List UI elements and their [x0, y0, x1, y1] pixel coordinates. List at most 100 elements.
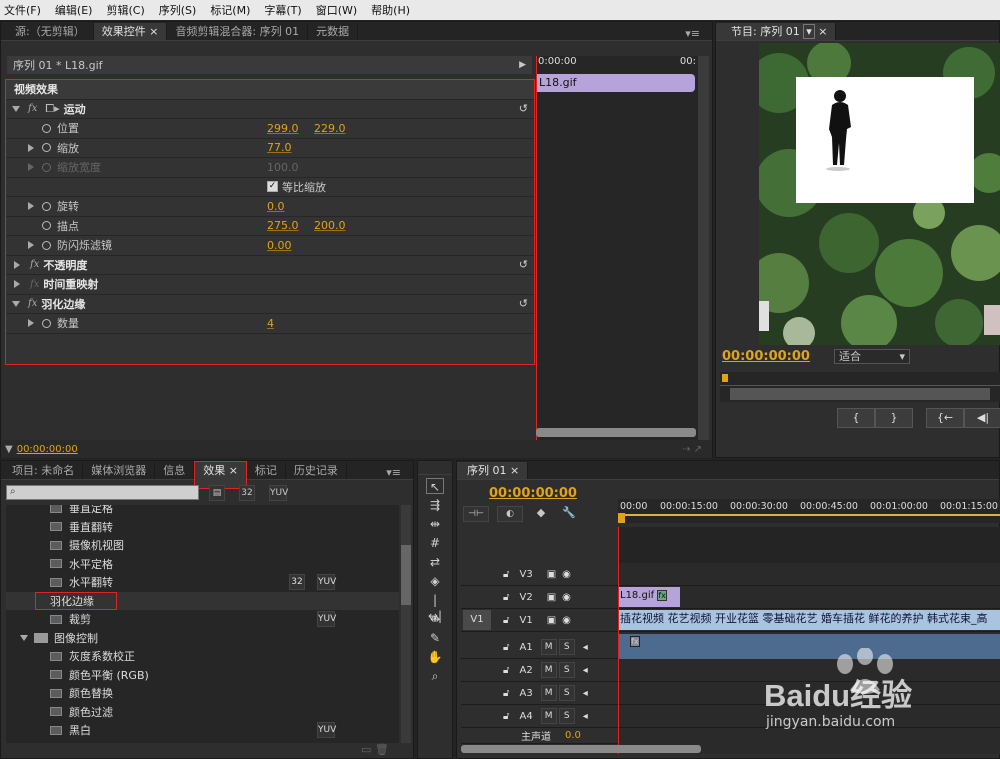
expand-icon[interactable] — [12, 105, 20, 112]
fx-icon[interactable]: fx — [28, 298, 37, 309]
fit-dropdown[interactable]: 适合 ▾ — [833, 349, 910, 364]
effect-item[interactable]: 颜色过滤 — [6, 703, 399, 722]
close-icon[interactable]: × — [149, 25, 158, 38]
eye-icon[interactable]: ◉ — [562, 569, 571, 580]
tab-source[interactable]: 源:（无剪辑） — [1, 23, 94, 40]
step-back-button[interactable]: ◀| — [964, 408, 1000, 428]
slip-tool-icon[interactable]: |↔| — [426, 592, 444, 623]
rolling-edit-tool-icon[interactable]: # — [426, 535, 444, 551]
menu-marker[interactable]: 标记(M) — [210, 2, 250, 18]
close-icon[interactable]: × — [510, 464, 519, 477]
anchor-x[interactable]: 275.0 — [267, 219, 299, 232]
expand-icon[interactable] — [28, 143, 34, 152]
tab-program[interactable]: 节目: 序列 01 ▾ × — [716, 23, 837, 40]
opacity-row[interactable]: fx 不透明度 ↺ — [6, 256, 534, 275]
effect-item[interactable]: 摄像机视图 — [6, 536, 399, 555]
v2-clip[interactable]: L18.gif fx — [618, 587, 680, 607]
track-v3[interactable]: 🔓︎ V3 ▣ ◉ — [461, 563, 618, 586]
reset-icon[interactable]: ↺ — [519, 102, 528, 115]
lock-icon[interactable]: 🔓︎ — [503, 642, 509, 653]
reset-icon[interactable]: ↺ — [519, 297, 528, 310]
eye-icon[interactable]: ◉ — [562, 615, 571, 626]
timeline-playhead-icon[interactable] — [618, 513, 625, 523]
razor-tool-icon[interactable]: ◈ — [426, 573, 444, 589]
source-patch[interactable]: V1 — [463, 610, 491, 630]
solo-button[interactable]: S — [558, 708, 575, 724]
selection-tool-icon[interactable]: ↖ — [426, 478, 444, 494]
tab-history[interactable]: 历史记录 — [286, 462, 347, 479]
lock-icon[interactable]: 🔓︎ — [503, 615, 509, 626]
close-icon[interactable]: × — [229, 464, 238, 477]
stopwatch-icon[interactable] — [42, 318, 51, 328]
effect-item[interactable]: 颜色替换 — [6, 684, 399, 703]
tab-metadata[interactable]: 元数据 — [308, 23, 359, 40]
program-time[interactable]: 00:00:00:00 — [722, 349, 810, 364]
new-bin-icon[interactable]: ▭ 🗑 — [361, 743, 389, 756]
play-arrow-icon[interactable]: ▶ — [519, 60, 526, 70]
tab-audio-mixer[interactable]: 音频剪辑混合器: 序列 01 — [167, 23, 309, 40]
track-a1[interactable]: 🔓︎ A1 M S ◂ — [461, 636, 618, 659]
menu-title[interactable]: 字幕(T) — [264, 2, 301, 18]
link-icon[interactable]: ◐ — [497, 506, 523, 522]
rate-stretch-tool-icon[interactable]: ⇄ — [426, 554, 444, 570]
accelerated-effects-icon[interactable]: ▤ — [209, 485, 225, 501]
track-v2[interactable]: 🔓︎ V2 ▣ ◉ — [461, 586, 618, 609]
position-y[interactable]: 229.0 — [314, 122, 346, 135]
transform-icon[interactable]: ⧠▸ — [45, 102, 59, 116]
zoom-tool-icon[interactable]: ⌕ — [426, 668, 444, 684]
track-v1[interactable]: V1 🔓︎ V1 ▣ ◉ — [461, 609, 618, 632]
timeline-time[interactable]: 00:00:00:00 — [489, 486, 577, 501]
master-volume[interactable]: 0.0 — [565, 730, 581, 741]
solo-button[interactable]: S — [558, 639, 575, 655]
sync-icon[interactable]: ▣ — [547, 569, 556, 580]
menu-clip[interactable]: 剪辑(C) — [106, 2, 144, 18]
mute-button[interactable]: M — [540, 662, 557, 678]
work-area-bar[interactable] — [618, 514, 1000, 516]
lock-icon[interactable]: 🔓︎ — [503, 592, 509, 603]
eye-icon[interactable]: ◉ — [562, 592, 571, 603]
effect-item-feather[interactable]: 羽化边缘 — [6, 591, 399, 610]
wrench-icon[interactable]: 🔧 — [559, 506, 579, 522]
expand-icon[interactable] — [28, 202, 34, 211]
export-icon[interactable]: ⇢ ↗ — [682, 444, 702, 455]
dropdown-icon[interactable]: ▾ — [899, 350, 905, 363]
ec-current-time[interactable]: 00:00:00:00 — [17, 444, 78, 455]
tab-media-browser[interactable]: 媒体浏览器 — [83, 462, 156, 479]
scale-value[interactable]: 77.0 — [267, 141, 292, 154]
timeline-playhead-line[interactable] — [618, 527, 619, 754]
mute-button[interactable]: M — [540, 685, 557, 701]
v1-clip[interactable]: 插花视频 花艺视频 开业花篮 零基础花艺 婚车插花 鲜花的养护 韩式花束_高 — [618, 610, 1000, 630]
pen-tool-icon[interactable]: ✎ — [426, 630, 444, 646]
horizontal-scrollbar[interactable] — [536, 428, 696, 437]
speaker-icon[interactable]: ◂ — [583, 688, 588, 699]
sync-icon[interactable]: ▣ — [547, 592, 556, 603]
program-scrubber[interactable] — [720, 372, 1000, 402]
lock-icon[interactable]: 🔓︎ — [503, 665, 509, 676]
expand-icon[interactable] — [28, 319, 34, 328]
fx-icon[interactable]: fx — [28, 103, 37, 114]
track-select-tool-icon[interactable]: ⇶ — [426, 497, 444, 513]
effect-item[interactable]: 颜色平衡 (RGB) — [6, 666, 399, 685]
expand-icon[interactable] — [12, 300, 20, 307]
close-icon[interactable]: × — [818, 25, 827, 38]
stopwatch-icon[interactable] — [42, 221, 51, 231]
menu-window[interactable]: 窗口(W) — [316, 2, 357, 18]
sync-icon[interactable]: ▣ — [547, 615, 556, 626]
effect-item[interactable]: 垂直定格 — [6, 505, 399, 518]
menu-sequence[interactable]: 序列(S) — [159, 2, 197, 18]
stopwatch-icon[interactable] — [42, 201, 51, 211]
time-remap-row[interactable]: fx 时间重映射 — [6, 275, 534, 295]
mark-in-button[interactable]: { — [837, 408, 875, 428]
effect-item[interactable]: 垂直翻转 — [6, 518, 399, 537]
stopwatch-icon[interactable] — [42, 240, 51, 250]
motion-row[interactable]: fx ⧠▸ 运动 ↺ — [6, 100, 534, 119]
tab-info[interactable]: 信息 — [155, 462, 195, 479]
track-a2[interactable]: 🔓︎ A2 M S ◂ — [461, 659, 618, 682]
tab-project[interactable]: 项目: 未命名 — [1, 462, 84, 479]
solo-button[interactable]: S — [558, 685, 575, 701]
32bit-filter-button[interactable]: 32 — [239, 485, 255, 501]
effect-item[interactable]: 灰度系数校正 — [6, 647, 399, 666]
fx-icon[interactable]: fx — [30, 259, 39, 270]
dropdown-icon[interactable]: ▾ — [803, 24, 815, 39]
mute-button[interactable]: M — [540, 639, 557, 655]
